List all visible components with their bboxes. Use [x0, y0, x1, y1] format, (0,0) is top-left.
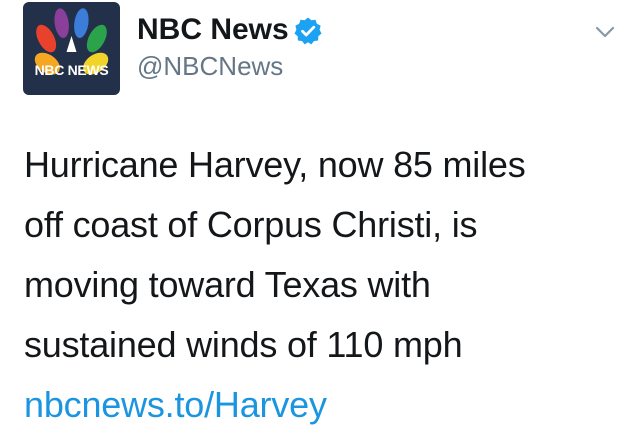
avatar-label: NBC NEWS — [34, 62, 109, 78]
avatar[interactable]: NBC NEWS — [23, 2, 120, 95]
tweet-link[interactable]: nbcnews.to/Harvey — [24, 375, 327, 433]
tweet-text: Hurricane Harvey, now 85 miles off coast… — [24, 135, 624, 375]
tweet-text-line: off coast of Corpus Christi, is — [24, 204, 478, 245]
display-name[interactable]: NBC News — [137, 12, 289, 48]
tweet-text-line: sustained winds of 110 mph — [24, 324, 463, 365]
nbc-peacock-logo-icon — [34, 8, 109, 75]
verified-badge-icon — [294, 17, 322, 45]
account-handle[interactable]: @NBCNews — [137, 50, 283, 82]
tweet-text-line: moving toward Texas with — [24, 264, 431, 305]
tweet-card: NBC NEWS NBC News @NBCNews Hurricane Har… — [0, 0, 640, 433]
tweet-text-line: Hurricane Harvey, now 85 miles — [24, 144, 526, 185]
chevron-down-icon[interactable] — [593, 20, 617, 44]
